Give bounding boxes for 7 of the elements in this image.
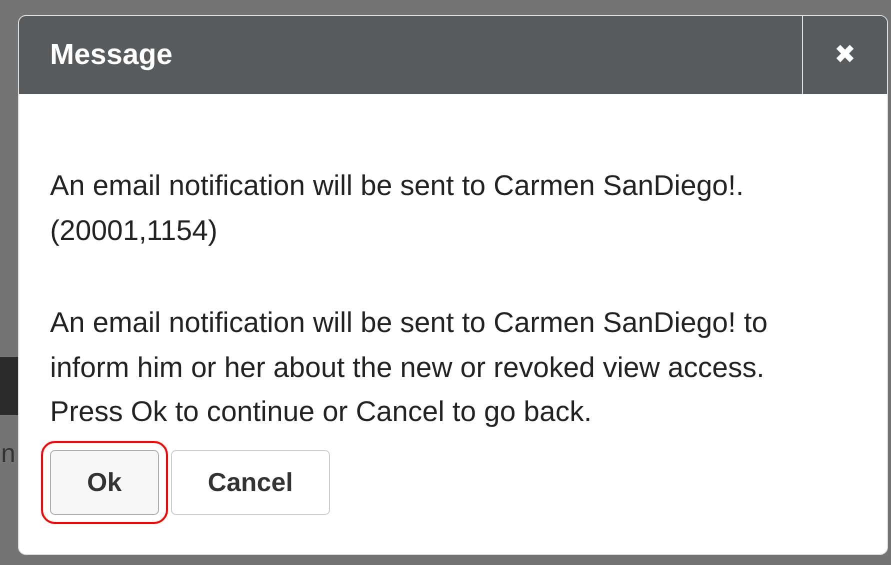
close-button[interactable]: ✖ xyxy=(802,16,887,94)
cancel-button[interactable]: Cancel xyxy=(170,450,330,514)
background-panel xyxy=(0,357,20,415)
background-text: n xyxy=(1,438,16,469)
message-text: An email notification will be sent to Carmen SanDiego! to inform him or her about the new or revoked view access. Press Ok to continue or Cancel to go back. xyxy=(50,306,769,430)
message-text: An email notification will be sent to Carmen SanDiego!. (20001,1154) xyxy=(50,169,745,248)
dialog-title: Message xyxy=(49,38,174,72)
